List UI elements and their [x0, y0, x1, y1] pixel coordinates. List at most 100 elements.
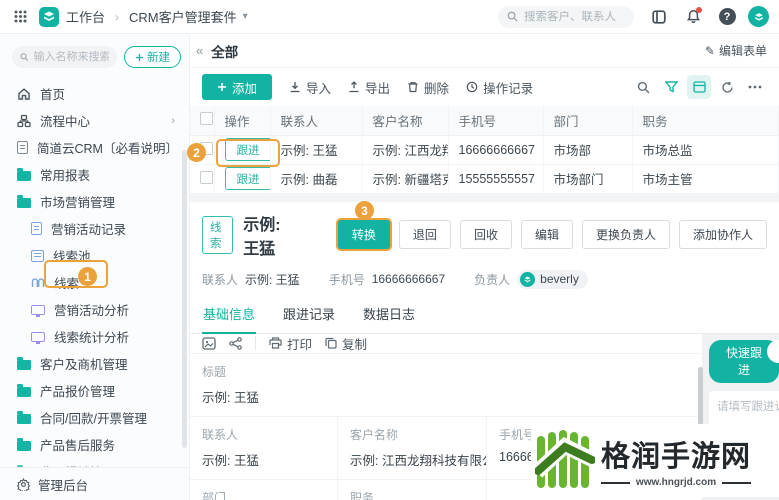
cell-contact: 示例: 曲磊	[270, 164, 363, 194]
table-row[interactable]: 跟进 示例: 曲磊 示例: 新疆塔克水果... 15555555557 市场部门…	[190, 164, 779, 194]
edit-button[interactable]: 编辑	[520, 220, 573, 249]
change-owner-button[interactable]: 更换负责人	[581, 220, 670, 249]
share-icon[interactable]	[229, 336, 242, 350]
sidebar-search[interactable]	[12, 46, 117, 68]
sidebar: 新建 首页 流程中心 › 简道云CRM〔必看说明〕 常用报表	[0, 34, 190, 500]
notification-bell-icon[interactable]	[680, 4, 706, 30]
follow-up-button[interactable]: 跟进	[224, 138, 269, 161]
sidebar-item-campaign-analysis[interactable]: 营销活动分析	[0, 296, 189, 323]
col-header-phone[interactable]: 手机号	[448, 106, 544, 136]
sidebar-item-crm-guide[interactable]: 简道云CRM〔必看说明〕	[0, 134, 189, 161]
col-header-customer[interactable]: 客户名称	[362, 106, 449, 136]
edit-form-button[interactable]: ✎ 编辑表单	[705, 42, 767, 59]
global-search-input[interactable]	[524, 10, 624, 23]
print-button[interactable]: 打印	[269, 334, 312, 353]
field-label: 客户名称	[350, 427, 399, 442]
journal-icon[interactable]	[646, 4, 672, 30]
field-customer: 客户名称 示例: 江西龙翔科技有限公司	[338, 416, 487, 479]
copy-button[interactable]: 复制	[325, 334, 367, 353]
help-icon[interactable]: ?	[714, 4, 740, 30]
sidebar-item-campaign-records[interactable]: 营销活动记录	[0, 215, 189, 242]
lead-badge: 线索	[202, 215, 234, 254]
filter-icon[interactable]	[659, 75, 683, 99]
sidebar-item-common-reports[interactable]: 常用报表	[0, 161, 189, 188]
select-all-checkbox[interactable]	[200, 112, 213, 126]
trash-icon	[408, 82, 418, 93]
cell-position: 市场主管	[632, 164, 779, 194]
contact-value: 示例: 王猛	[245, 272, 300, 287]
folder-icon	[17, 357, 31, 370]
annotation-step-3: 3	[355, 201, 374, 220]
site-watermark: 格润手游网 www.hngrjd.com	[531, 424, 779, 497]
sidebar-item-quote-mgmt[interactable]: 产品报价管理	[0, 377, 189, 404]
breadcrumb-app-title[interactable]: CRM客户管理套件	[129, 7, 237, 26]
annotation-step-1: 1	[78, 267, 97, 286]
sidebar-item-contract-mgmt[interactable]: 合同/回款/开票管理	[0, 404, 189, 431]
crm-app-window: 工作台 › CRM客户管理套件 ▾ ?	[0, 0, 779, 500]
sidebar-item-label: 首页	[40, 88, 66, 102]
convert-button[interactable]: 转换	[337, 220, 390, 249]
follow-up-button[interactable]: 跟进	[224, 167, 269, 190]
sidebar-item-process-center[interactable]: 流程中心 ›	[0, 107, 189, 134]
workbench-logo-icon[interactable]	[39, 6, 59, 27]
sidebar-item-lead-pool[interactable]: 线索池	[0, 242, 189, 269]
row-checkbox[interactable]	[200, 170, 213, 184]
user-avatar[interactable]	[748, 6, 769, 27]
sidebar-footer-label: 管理后台	[38, 478, 89, 493]
import-icon	[290, 82, 300, 93]
workbench-label[interactable]: 工作台	[66, 7, 105, 26]
sidebar-item-home[interactable]: 首页	[0, 80, 189, 107]
sidebar-item-marketing-mgmt[interactable]: 市场营销管理	[0, 188, 189, 215]
sidebar-item-customer-mgmt[interactable]: 客户及商机管理	[0, 350, 189, 377]
sidebar-item-label: 客户及商机管理	[40, 358, 128, 372]
owner-chip[interactable]: beverly	[517, 269, 588, 289]
import-button[interactable]: 导入	[289, 78, 331, 97]
tab-basic-info[interactable]: 基础信息	[202, 295, 257, 334]
table-row[interactable]: 跟进 示例: 王猛 示例: 江西龙翔科技... 16666666667 市场部 …	[190, 135, 779, 165]
tab-data-log[interactable]: 数据日志	[362, 295, 416, 334]
sidebar-item-admin-backend[interactable]: 管理后台	[0, 467, 189, 500]
col-header-action[interactable]: 操作	[214, 106, 271, 136]
more-icon[interactable]	[743, 75, 767, 99]
refresh-icon[interactable]	[715, 75, 739, 99]
caret-down-icon[interactable]: ▾	[243, 11, 248, 22]
owner-avatar	[520, 271, 536, 287]
search-icon[interactable]	[631, 75, 655, 99]
leads-table: 操作 联系人 客户名称 手机号 部门 职务 跟进 示例: 王猛 示例: 江西龙翔…	[190, 106, 779, 194]
detail-action-row: 打印 复制	[190, 334, 702, 354]
view-header: « 全部 ✎ 编辑表单	[190, 34, 779, 68]
cell-phone: 15555555557	[448, 164, 544, 194]
global-search[interactable]	[498, 5, 634, 28]
tab-follow-records[interactable]: 跟进记录	[282, 295, 336, 334]
cell-customer: 示例: 江西龙翔科技...	[362, 135, 449, 165]
sidebar-item-lead-stats-analysis[interactable]: 线索统计分析	[0, 323, 189, 350]
collapse-sidebar-icon[interactable]: «	[196, 43, 203, 58]
card-view-icon[interactable]	[202, 336, 216, 350]
watermark-name: 格润手游网	[601, 441, 752, 473]
col-header-contact[interactable]: 联系人	[270, 106, 363, 136]
folder-icon	[17, 438, 31, 451]
delete-button[interactable]: 删除	[407, 78, 449, 97]
field-contact: 联系人 示例: 王猛	[190, 416, 338, 479]
field-value: 示例: 王猛	[202, 390, 259, 405]
add-collaborator-button[interactable]: 添加协作人	[678, 220, 767, 249]
add-button[interactable]: 添加	[202, 74, 273, 100]
sidebar-search-input[interactable]	[33, 51, 109, 63]
operation-log-button[interactable]: 操作记录	[466, 78, 533, 97]
watermark-url: www.hngrjd.com	[635, 477, 717, 488]
chart-icon	[31, 304, 45, 317]
sidebar-scrollbar[interactable]	[182, 150, 187, 448]
divider	[255, 336, 256, 350]
return-button[interactable]: 退回	[398, 220, 451, 249]
new-button[interactable]: 新建	[124, 46, 181, 68]
recycle-button[interactable]: 回收	[459, 220, 512, 249]
owner-name: beverly	[540, 272, 579, 286]
printer-icon	[269, 337, 282, 349]
apps-grid-icon[interactable]	[14, 10, 27, 23]
col-header-position[interactable]: 职务	[632, 106, 779, 136]
export-button[interactable]: 导出	[348, 78, 390, 97]
sidebar-item-label: 线索统计分析	[54, 331, 130, 345]
sidebar-item-aftersales[interactable]: 产品售后服务	[0, 431, 189, 458]
col-header-department[interactable]: 部门	[543, 106, 633, 136]
layout-card-icon[interactable]	[687, 75, 711, 99]
